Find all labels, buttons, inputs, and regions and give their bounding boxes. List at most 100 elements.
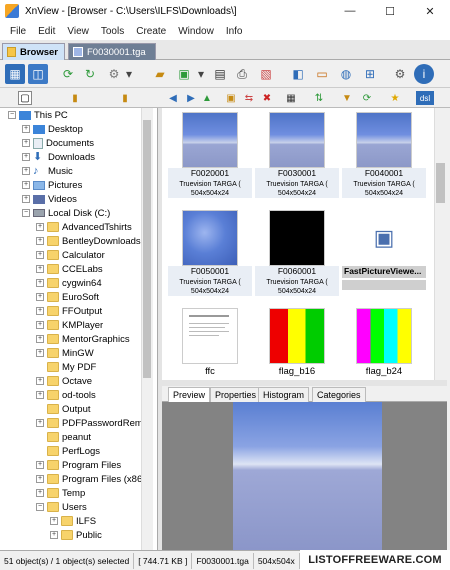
forward-arrow-icon[interactable]: ▶ (184, 91, 198, 105)
tree-folder[interactable]: + EuroSoft (36, 290, 99, 304)
new-folder-icon[interactable]: ▣ (224, 91, 238, 105)
tree-folder[interactable]: + Program Files (x86 (36, 472, 142, 486)
tree-folder[interactable]: + od-tools (36, 388, 96, 402)
thumbnail-item[interactable]: F0050001 Truevision TARGA ( 504x504x24 (168, 206, 252, 302)
expand-icon[interactable]: + (36, 377, 44, 385)
menu-file[interactable]: File (4, 26, 32, 37)
tree-toggle-icon[interactable]: ▢ (18, 91, 32, 105)
sort-icon[interactable]: ⇅ (312, 91, 326, 105)
tab-preview[interactable]: Preview (168, 387, 211, 402)
expand-icon[interactable]: + (36, 335, 44, 343)
view-mode-icon[interactable]: ▦ (284, 91, 298, 105)
expand-icon[interactable]: + (22, 125, 30, 133)
delete-icon[interactable]: ✖ (260, 91, 274, 105)
expand-icon[interactable]: + (36, 419, 44, 427)
thumbnail-item[interactable]: ffc (168, 304, 252, 380)
tree-subfolder[interactable]: + Public (50, 528, 102, 542)
tree-item-documents[interactable]: + Documents (22, 136, 94, 150)
tree-folder[interactable]: + MentorGraphics (36, 332, 130, 346)
star-icon[interactable]: ★ (388, 91, 402, 105)
expand-icon[interactable]: + (36, 475, 44, 483)
tree-folder[interactable]: + AdvancedTshirts (36, 220, 132, 234)
tree-folder[interactable]: + cygwin64 (36, 276, 102, 290)
tree-folder[interactable]: + Temp (36, 486, 85, 500)
favorites-folder-icon[interactable]: ▮ (68, 91, 82, 105)
expand-icon[interactable]: + (22, 195, 30, 203)
expand-icon[interactable]: + (22, 167, 30, 175)
thumbnail-scrollbar-thumb[interactable] (436, 163, 445, 203)
thumbnail-item[interactable]: flag_b16 (255, 304, 339, 380)
filter-icon[interactable]: ▼ (340, 91, 354, 105)
collapse-icon[interactable]: − (8, 111, 16, 119)
expand-icon[interactable]: + (50, 531, 58, 539)
tree-folder[interactable]: + BentleyDownloads (36, 234, 141, 248)
print-icon[interactable]: ⎙ (232, 64, 252, 84)
tab-categories[interactable]: Categories (312, 387, 366, 402)
settings-gear-icon[interactable]: ⚙ (390, 64, 410, 84)
tree-item-this-pc[interactable]: − This PC (8, 108, 68, 122)
tree-folder[interactable]: + Program Files (36, 458, 121, 472)
collapse-icon[interactable]: − (36, 503, 44, 511)
expand-icon[interactable]: + (50, 517, 58, 525)
globe-icon[interactable]: ◍ (336, 64, 356, 84)
expand-icon[interactable]: + (36, 321, 44, 329)
maximize-button[interactable]: ☐ (370, 0, 410, 22)
tree-folder[interactable]: + Octave (36, 374, 92, 388)
menu-info[interactable]: Info (220, 26, 249, 37)
thumbnail-scrollbar[interactable] (434, 108, 447, 380)
menu-tools[interactable]: Tools (95, 26, 130, 37)
tab-properties[interactable]: Properties (210, 387, 262, 402)
open-folder-icon[interactable]: ▰ (150, 64, 170, 84)
tree-folder[interactable]: − Users (36, 500, 87, 514)
tree-folder[interactable]: peanut (36, 430, 91, 444)
categories-icon[interactable]: ▮ (118, 91, 132, 105)
collapse-icon[interactable]: − (22, 209, 30, 217)
minimize-button[interactable]: — (330, 0, 370, 22)
tree-item-downloads[interactable]: + ⬇ Downloads (22, 150, 95, 164)
close-button[interactable]: ✕ (410, 0, 450, 22)
dropdown-arrow-icon[interactable]: ▾ (124, 64, 134, 84)
move-icon[interactable]: ⇆ (242, 91, 256, 105)
webpage-icon[interactable]: ▭ (312, 64, 332, 84)
menu-edit[interactable]: Edit (32, 26, 61, 37)
tree-item-music[interactable]: + ♪ Music (22, 164, 73, 178)
tree-scrollbar-thumb[interactable] (143, 120, 151, 378)
tab-histogram[interactable]: Histogram (258, 387, 310, 402)
tree-folder[interactable]: PerfLogs (36, 444, 100, 458)
expand-icon[interactable]: + (22, 181, 30, 189)
thumbnail-item[interactable]: ▣ FastPictureViewe... (342, 206, 426, 302)
expand-icon[interactable]: + (22, 153, 30, 161)
tree-folder[interactable]: + KMPlayer (36, 318, 103, 332)
expand-icon[interactable]: + (36, 251, 44, 259)
expand-icon[interactable]: + (36, 391, 44, 399)
thumbnail-item[interactable]: F0060001 Truevision TARGA ( 504x504x24 (255, 206, 339, 302)
rotate-icon[interactable]: ↻ (80, 64, 100, 84)
back-arrow-icon[interactable]: ◀ (166, 91, 180, 105)
tree-item-pictures[interactable]: + Pictures (22, 178, 82, 192)
expand-icon[interactable]: + (36, 489, 44, 497)
expand-icon[interactable]: + (22, 139, 30, 147)
thumbnail-item[interactable]: F0040001 Truevision TARGA ( 504x504x24 (342, 108, 426, 204)
thumbnail-item[interactable]: F0020001 Truevision TARGA ( 504x504x24 (168, 108, 252, 204)
tree-folder[interactable]: + CCELabs (36, 262, 103, 276)
address-field[interactable]: dsl (416, 91, 434, 105)
browser-icon[interactable]: ▦ (5, 64, 25, 84)
thumbnail-item[interactable]: flag_b24 (342, 304, 426, 380)
menu-view[interactable]: View (61, 26, 95, 37)
expand-icon[interactable]: + (36, 349, 44, 357)
tree-folder[interactable]: Output (36, 402, 91, 416)
expand-icon[interactable]: + (36, 293, 44, 301)
expand-icon[interactable]: + (36, 265, 44, 273)
tree-item-local-disk[interactable]: − Local Disk (C:) (22, 206, 110, 220)
thumbnail-item[interactable]: F0030001 Truevision TARGA ( 504x504x24 (255, 108, 339, 204)
tree-folder[interactable]: + FFOutput (36, 304, 102, 318)
expand-icon[interactable]: + (36, 279, 44, 287)
tree-item-videos[interactable]: + Videos (22, 192, 77, 206)
fullscreen-icon[interactable]: ◫ (28, 64, 48, 84)
tree-folder[interactable]: + MinGW (36, 346, 94, 360)
refresh-small-icon[interactable]: ⟳ (360, 91, 374, 105)
menu-create[interactable]: Create (130, 26, 172, 37)
menu-window[interactable]: Window (172, 26, 220, 37)
expand-icon[interactable]: + (36, 307, 44, 315)
tree-folder[interactable]: + PDFPasswordRem (36, 416, 143, 430)
